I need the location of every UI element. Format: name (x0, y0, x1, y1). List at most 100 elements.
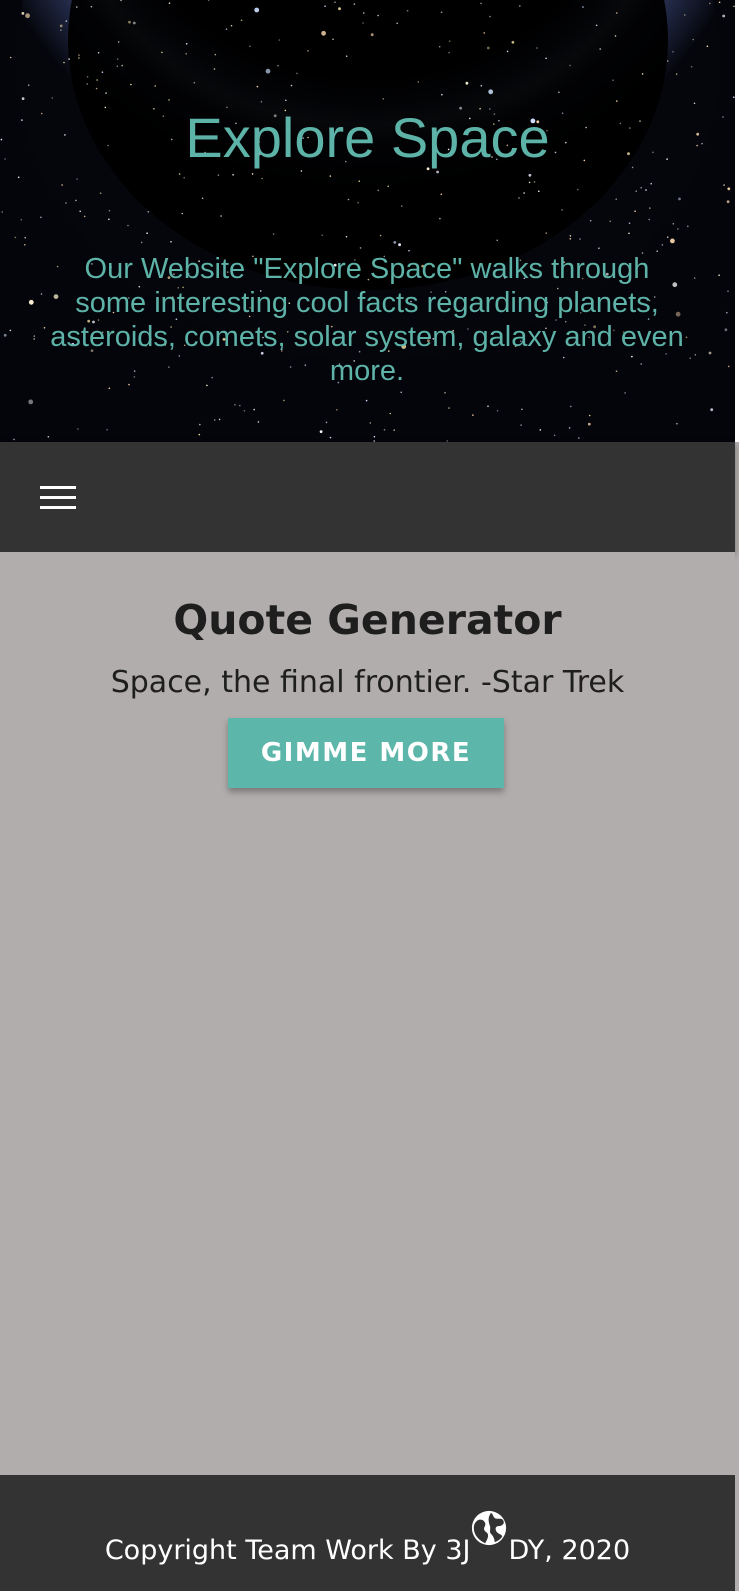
star (496, 239, 499, 242)
star (486, 46, 490, 50)
star (523, 192, 525, 194)
star (28, 299, 34, 305)
star (256, 85, 259, 88)
star (612, 79, 614, 81)
star (307, 50, 309, 52)
star (393, 429, 396, 431)
star (536, 47, 538, 49)
star (365, 399, 368, 402)
star (13, 438, 15, 441)
star (185, 43, 188, 45)
star (230, 24, 233, 27)
star (116, 58, 119, 60)
star (168, 2, 171, 4)
star (260, 101, 263, 103)
star (687, 225, 689, 228)
star (448, 407, 450, 409)
star (520, 424, 522, 426)
star (599, 48, 601, 50)
star (672, 223, 675, 225)
star (27, 84, 30, 86)
star (628, 222, 631, 224)
star (518, 197, 520, 199)
star (86, 76, 89, 78)
star (733, 5, 735, 8)
star (689, 357, 691, 360)
star (709, 2, 711, 5)
star (99, 192, 102, 194)
star (693, 277, 696, 279)
star (105, 92, 107, 94)
star (78, 57, 80, 59)
star (393, 241, 397, 244)
star (324, 5, 326, 7)
star (616, 12, 618, 14)
star (65, 20, 68, 22)
star (723, 184, 725, 186)
main-content: Quote Generator Space, the final frontie… (0, 552, 735, 1475)
star (220, 215, 222, 217)
star (569, 238, 572, 240)
star (358, 180, 361, 182)
star (28, 399, 34, 405)
hamburger-menu-icon[interactable] (40, 482, 78, 512)
star (33, 335, 36, 337)
star (319, 430, 323, 433)
star (710, 408, 714, 412)
star (40, 293, 43, 295)
star (609, 220, 611, 223)
star (168, 99, 170, 101)
star (185, 53, 187, 55)
star (439, 217, 441, 220)
star (545, 232, 547, 234)
star (257, 421, 260, 423)
star (101, 71, 104, 73)
star (213, 68, 216, 70)
star (369, 422, 372, 424)
star (199, 423, 201, 426)
star (345, 235, 348, 238)
star (193, 81, 196, 84)
star (635, 190, 637, 192)
star (130, 83, 132, 86)
star (373, 435, 376, 438)
star (488, 89, 494, 95)
star (234, 404, 236, 406)
star (86, 83, 88, 85)
star (480, 2, 482, 5)
star (672, 51, 674, 53)
site-description: Our Website "Explore Space" walks throug… (50, 253, 684, 387)
star (595, 24, 598, 27)
star (706, 45, 709, 48)
gimme-more-button[interactable]: GIMME MORE (228, 718, 504, 788)
star (648, 218, 650, 221)
star (40, 216, 42, 219)
star (75, 199, 77, 202)
star (558, 91, 560, 94)
star (588, 414, 591, 417)
star (684, 14, 686, 16)
star (154, 85, 156, 87)
star (95, 87, 98, 90)
star (249, 45, 251, 48)
star (645, 189, 647, 191)
star (370, 33, 374, 37)
star (519, 5, 521, 7)
star (334, 1, 336, 3)
star (362, 22, 364, 24)
star (640, 186, 642, 189)
star (582, 6, 584, 8)
star (116, 65, 119, 67)
star (128, 20, 131, 24)
star (272, 233, 275, 235)
star (398, 243, 401, 247)
star (77, 428, 79, 430)
star (670, 238, 675, 244)
star (357, 201, 359, 204)
star (614, 35, 617, 37)
star (24, 244, 26, 246)
star (178, 173, 181, 175)
star (362, 12, 365, 14)
star (694, 354, 697, 356)
star (283, 399, 285, 402)
